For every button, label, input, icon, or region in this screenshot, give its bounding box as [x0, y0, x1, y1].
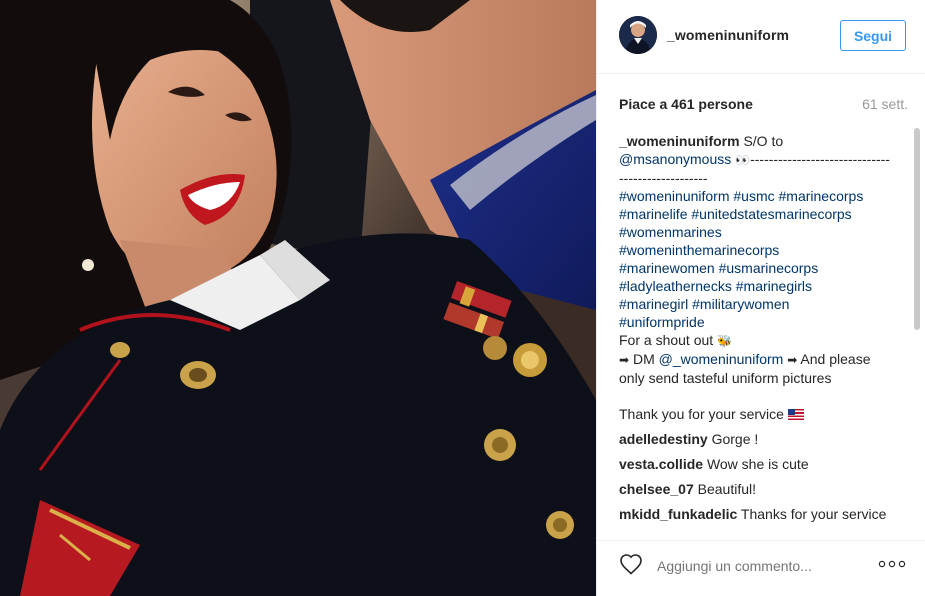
comment-item: chelsee_07 Beautiful! [619, 480, 902, 498]
comment-username[interactable]: vesta.collide [619, 456, 703, 472]
hashtag[interactable]: #ladyleathernecks [619, 278, 732, 294]
hashtag-line: #marinegirl #militarywomen [619, 296, 789, 312]
post-time[interactable]: 61 sett. [862, 96, 908, 112]
comment-text: Gorge ! [711, 431, 759, 447]
instagram-post: _womeninuniform Segui Piace a 461 person… [0, 0, 925, 596]
hashtag-line: #marinelife #unitedstatesmarinecorps [619, 206, 852, 222]
caption-dashes-2: ------------------- [619, 170, 708, 186]
caption-dashes-1: ------------------------------ [750, 151, 890, 167]
hashtag[interactable]: #usmc [733, 188, 774, 204]
eyes-emoji: 👀 [735, 153, 751, 167]
caption-text: S/O to [743, 133, 784, 149]
hashtag[interactable]: #womeninthemarinecorps [619, 242, 779, 258]
comment-text: Beautiful! [697, 481, 756, 497]
hashtag-line: #womeninuniform #usmc #marinecorps [619, 188, 863, 204]
comment-item: vesta.collide Wow she is cute [619, 455, 902, 473]
comment-text: Thanks for your service [740, 506, 887, 522]
arrow-right-icon: ➡ [787, 353, 798, 367]
post-header: _womeninuniform Segui [597, 0, 925, 74]
avatar[interactable] [619, 16, 657, 54]
comment-item: mkidd_funkadelic Thanks for your service [619, 505, 902, 523]
comments-scrollbar[interactable] [914, 128, 920, 330]
hashtag[interactable]: #usmarinecorps [719, 260, 819, 276]
hashtag[interactable]: #marinelife [619, 206, 687, 222]
likes-count[interactable]: Piace a 461 persone [619, 96, 753, 112]
header-username[interactable]: _womeninuniform [667, 27, 789, 43]
comments-list[interactable]: _womeninuniform S/O to @msanonymouss 👀--… [619, 132, 902, 530]
follow-button[interactable]: Segui [840, 20, 906, 51]
post-details-panel: _womeninuniform Segui Piace a 461 person… [596, 0, 925, 596]
comment-username[interactable]: adelledestiny [619, 431, 708, 447]
caption-username[interactable]: _womeninuniform [619, 133, 740, 149]
arrow-right-icon: ➡ [619, 353, 630, 367]
comment-username[interactable]: chelsee_07 [619, 481, 694, 497]
hashtag[interactable]: #uniformpride [619, 314, 705, 330]
hashtag-line: #ladyleathernecks #marinegirls [619, 278, 812, 294]
shoutout-text: For a shout out [619, 332, 714, 348]
post-footer [597, 540, 925, 596]
thanks-line: Thank you for your service [619, 405, 902, 423]
comment-input[interactable] [655, 555, 879, 577]
hashtag-line: #marinewomen #usmarinecorps [619, 260, 818, 276]
more-options-icon[interactable] [878, 559, 906, 569]
comment-text: Wow she is cute [706, 456, 809, 472]
avatar-image-icon [619, 16, 657, 54]
hashtag[interactable]: #womenmarines [619, 224, 722, 240]
heart-icon[interactable] [619, 553, 643, 575]
dm-rest: And please [800, 351, 871, 367]
comment-item: adelledestiny Gorge ! [619, 430, 902, 448]
comment-username[interactable]: mkidd_funkadelic [619, 506, 737, 522]
us-flag-icon [787, 409, 804, 420]
hashtag[interactable]: #marinewomen [619, 260, 715, 276]
likes-row: Piace a 461 persone 61 sett. [619, 96, 908, 114]
post-photo[interactable] [0, 0, 596, 596]
photo-illustration [0, 0, 596, 596]
hashtag[interactable]: #marinecorps [779, 188, 864, 204]
caption: _womeninuniform S/O to @msanonymouss 👀--… [619, 132, 902, 423]
hashtag[interactable]: #womeninuniform [619, 188, 730, 204]
dm-line-2: only send tasteful uniform pictures [619, 370, 832, 386]
hashtag[interactable]: #marinegirls [736, 278, 812, 294]
caption-mention[interactable]: @msanonymouss [619, 151, 731, 167]
bee-emoji: 🐝 [717, 334, 733, 348]
dm-text: DM [632, 351, 655, 367]
thanks-text: Thank you for your service [619, 406, 784, 422]
hashtag[interactable]: #unitedstatesmarinecorps [691, 206, 851, 222]
hashtag[interactable]: #marinegirl [619, 296, 688, 312]
dm-mention[interactable]: @_womeninuniform [659, 351, 784, 367]
hashtag[interactable]: #militarywomen [692, 296, 789, 312]
